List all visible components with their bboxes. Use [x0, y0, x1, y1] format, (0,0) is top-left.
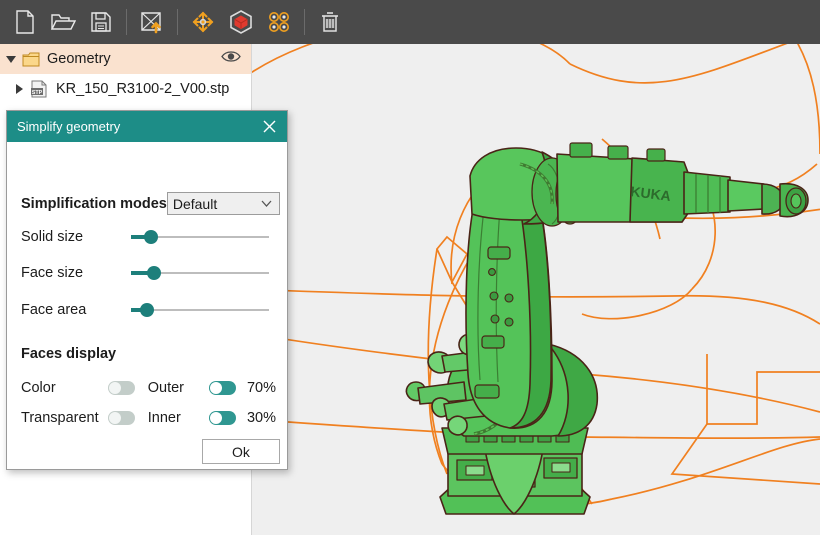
faces-display-percent-outer: 70%	[246, 380, 276, 396]
tree-label-stp-file: KR_150_R3100-2_V00.stp	[56, 81, 230, 97]
chevron-down-icon[interactable]	[6, 55, 16, 63]
move-tool-button[interactable]	[184, 3, 222, 41]
toggle-outer[interactable]	[208, 381, 236, 395]
faces-display-label-color: Color	[21, 380, 56, 396]
3d-viewport[interactable]: KUKA	[252, 44, 820, 535]
new-file-icon	[16, 10, 34, 34]
folder-icon	[22, 52, 40, 66]
faces-display-row-transparent: Transparent Inner 30%	[21, 407, 276, 429]
slider-face-size[interactable]	[131, 264, 276, 282]
main-toolbar	[0, 0, 820, 44]
import-geometry-icon	[141, 12, 161, 34]
slider-row-face-size: Face size	[21, 263, 276, 283]
toggle-inner[interactable]	[208, 411, 236, 425]
open-folder-icon	[50, 14, 76, 30]
simplify-geometry-dialog: Simplify geometry Simplification modes D…	[6, 110, 288, 470]
slider-thumb-solid-size[interactable]	[144, 230, 158, 244]
faces-display-label-inner: Inner	[147, 410, 181, 426]
simplification-modes-label: Simplification modes	[21, 195, 167, 212]
chevron-right-icon[interactable]	[16, 84, 23, 94]
slider-label-face-area: Face area	[21, 302, 87, 318]
eye-icon	[221, 51, 241, 62]
save-button[interactable]	[82, 3, 120, 41]
faces-display-row-color: Color Outer 70%	[21, 377, 276, 399]
dialog-body: Simplification modes Default Solid size	[7, 142, 287, 469]
slider-row-face-area: Face area	[21, 300, 276, 320]
slider-face-area[interactable]	[131, 301, 276, 319]
tree-label-geometry: Geometry	[47, 51, 111, 67]
toggle-color[interactable]	[107, 381, 135, 395]
delete-button[interactable]	[311, 3, 349, 41]
move-tool-icon	[192, 11, 214, 33]
toolbar-separator-2	[177, 9, 178, 35]
application-window: KUKA Geometry STP KR_150_R3100-2_V00.stp…	[0, 0, 820, 535]
dialog-title-bar: Simplify geometry	[7, 111, 287, 142]
toggle-transparent[interactable]	[107, 411, 135, 425]
visibility-toggle-geometry[interactable]	[221, 50, 241, 69]
tree-row-geometry[interactable]: Geometry	[0, 44, 251, 74]
viewport-scene: KUKA	[252, 44, 820, 535]
slider-label-face-size: Face size	[21, 265, 84, 281]
chevron-down-icon	[261, 200, 272, 207]
tree-row-stp-file[interactable]: STP KR_150_R3100-2_V00.stp	[0, 74, 251, 104]
faces-display-percent-inner: 30%	[246, 410, 276, 426]
toggle-knob	[209, 412, 222, 424]
faces-display-title: Faces display	[21, 346, 117, 362]
stp-file-icon: STP	[31, 80, 47, 98]
solid-view-button[interactable]	[222, 3, 260, 41]
ok-button[interactable]: Ok	[202, 439, 280, 464]
toggle-knob	[209, 382, 222, 394]
slider-thumb-face-size[interactable]	[147, 266, 161, 280]
simplification-modes-select[interactable]: Default	[166, 192, 280, 215]
close-icon	[263, 120, 275, 133]
toolbar-separator-1	[126, 9, 127, 35]
simplification-modes-row: Simplification modes Default	[21, 192, 280, 215]
slider-label-solid-size: Solid size	[21, 229, 84, 245]
delete-icon	[322, 12, 338, 32]
faces-display-label-transparent: Transparent	[21, 410, 99, 426]
dialog-title-text: Simplify geometry	[17, 119, 121, 134]
cube-icon	[230, 10, 252, 34]
toggle-knob	[108, 382, 121, 394]
slider-solid-size[interactable]	[131, 228, 276, 246]
dialog-close-button[interactable]	[259, 117, 279, 137]
open-folder-button[interactable]	[44, 3, 82, 41]
save-icon	[91, 12, 111, 32]
faces-display-label-outer: Outer	[147, 380, 184, 396]
new-file-button[interactable]	[6, 3, 44, 41]
toggle-knob	[108, 412, 121, 424]
simplify-geometry-icon	[269, 12, 289, 32]
simplification-modes-value: Default	[172, 195, 218, 212]
import-geometry-button[interactable]	[133, 3, 171, 41]
slider-row-solid-size: Solid size	[21, 227, 276, 247]
slider-thumb-face-area[interactable]	[140, 303, 154, 317]
toolbar-separator-3	[304, 9, 305, 35]
simplify-geometry-button[interactable]	[260, 3, 298, 41]
stp-file-icon-text: STP	[32, 90, 43, 96]
